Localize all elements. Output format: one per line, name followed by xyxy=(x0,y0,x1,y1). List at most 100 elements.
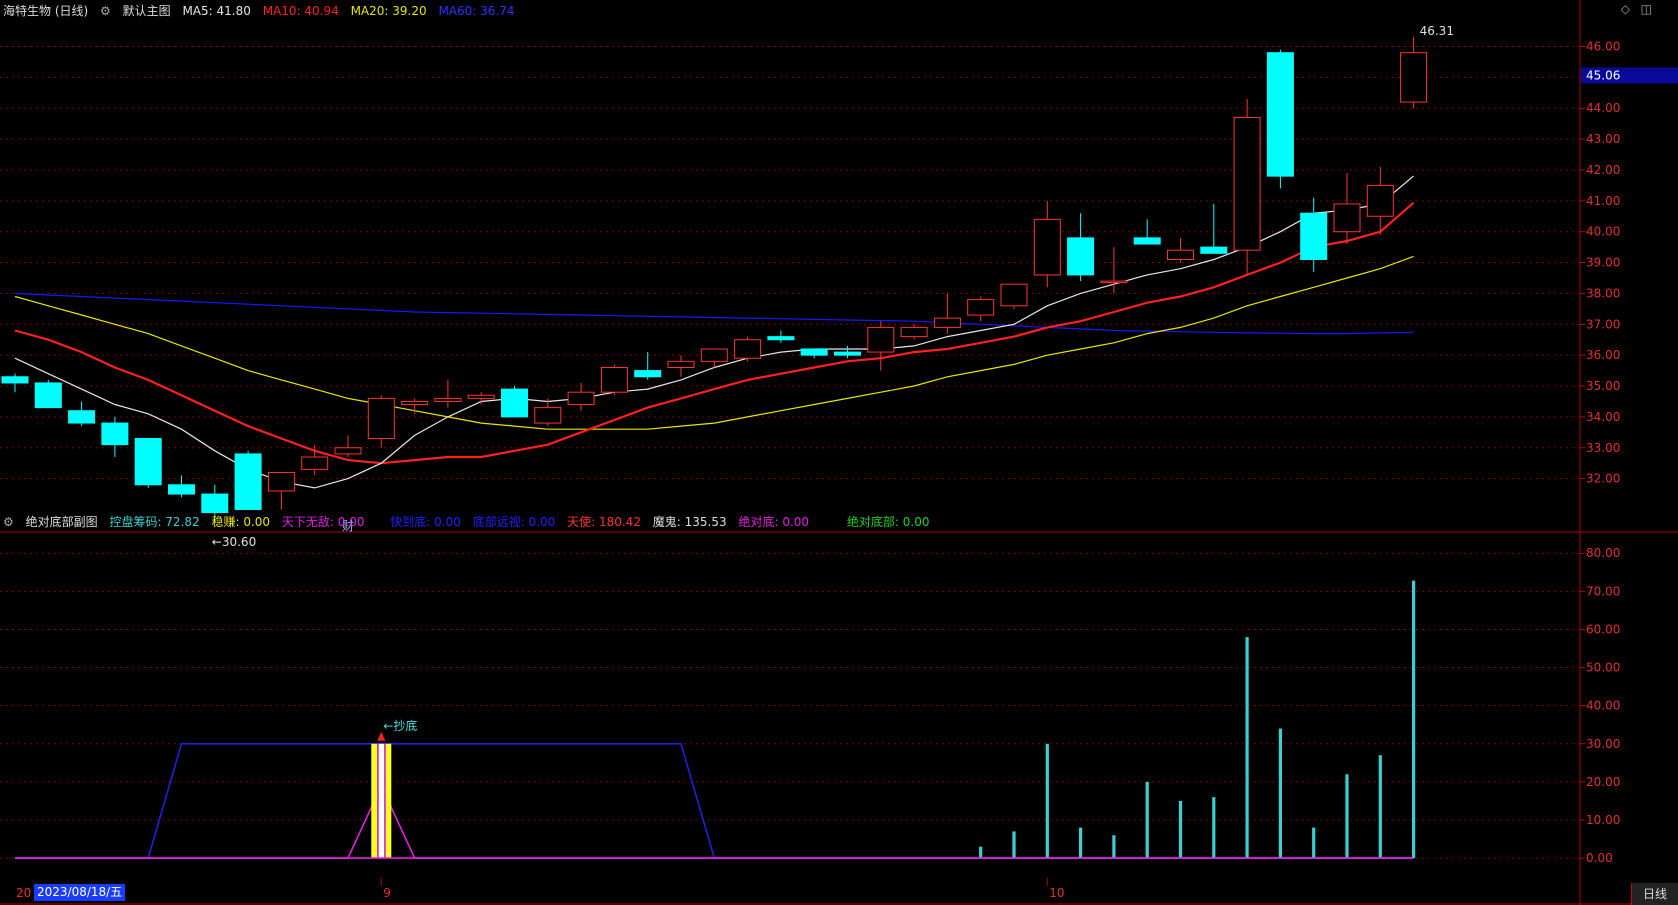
kongpan-bar xyxy=(1312,827,1316,859)
ma20-value: MA20: 39.20 xyxy=(350,4,427,18)
sub-y-tick-label: 60.00 xyxy=(1586,622,1620,636)
sub-y-tick-label: 70.00 xyxy=(1586,584,1620,598)
low-marker: ←30.60 xyxy=(212,535,256,549)
jueduidi-line xyxy=(15,783,1414,859)
kongpan-bar xyxy=(1045,743,1049,859)
sub-y-tick-label: 20.00 xyxy=(1586,775,1620,789)
ind-kuaidaodi: 快到底: 0.00 xyxy=(390,515,461,529)
stock-name[interactable]: 海特生物 (日线) xyxy=(3,4,88,18)
candle-down xyxy=(101,422,129,446)
sub-chart-header: ⚙ 绝对底部副图 控盘筹码: 72.82 稳赚: 0.00 天下无敌: 0.00… xyxy=(0,512,937,532)
candle-down xyxy=(800,348,828,356)
x-label-year-stub: 20 xyxy=(16,886,31,900)
candle-down xyxy=(134,437,162,486)
candle-up xyxy=(1100,280,1128,284)
candle-up xyxy=(600,367,628,393)
ind-dibu-yuanshi: 底部远视: 0.00 xyxy=(472,515,556,529)
candle-up xyxy=(667,360,695,369)
main-y-tick-label: 39.00 xyxy=(1586,256,1620,270)
main-y-tick-label: 38.00 xyxy=(1586,286,1620,300)
main-chart-header: 海特生物 (日线) ⚙ 默认主图 MA5: 41.80 MA10: 40.94 … xyxy=(0,1,523,21)
sub-y-tick-label: 80.00 xyxy=(1586,546,1620,560)
ind-wenzhuan: 稳赚: 0.00 xyxy=(211,515,271,529)
jueduidibu-bar xyxy=(371,743,378,859)
kongpan-bar xyxy=(1278,728,1282,859)
candle-down xyxy=(68,410,96,424)
ind-tianshi: 天使: 180.42 xyxy=(567,515,641,529)
candle-down xyxy=(1133,237,1161,245)
ind-mogui: 魔鬼: 135.53 xyxy=(652,515,727,529)
jueduidibu-bar-mark xyxy=(377,743,379,859)
x-label-oct: 10 xyxy=(1049,886,1064,900)
candle-up xyxy=(367,397,395,439)
candle-up xyxy=(700,348,728,362)
main-y-tick-label: 34.00 xyxy=(1586,410,1620,424)
kongpan-bar xyxy=(1245,637,1249,859)
kongpan-bar xyxy=(1212,797,1216,859)
template-name[interactable]: 默认主图 xyxy=(123,4,171,18)
candle-down xyxy=(1,376,29,384)
main-y-tick-label: 37.00 xyxy=(1586,317,1620,331)
candle-down xyxy=(1300,212,1328,260)
main-y-tick-label: 41.00 xyxy=(1586,194,1620,208)
settings-icon[interactable]: ⚙ xyxy=(100,4,111,18)
kongpan-bar xyxy=(1079,827,1083,859)
sub-settings-icon[interactable]: ⚙ xyxy=(3,515,14,529)
candle-up xyxy=(1400,52,1428,103)
candle-up xyxy=(1366,184,1394,217)
sub-chart-title[interactable]: 绝对底部副图 xyxy=(26,515,98,529)
ma60-value: MA60: 36.74 xyxy=(438,4,515,18)
chaodi-label: ←抄底 xyxy=(383,718,417,733)
main-y-tick-label: 32.00 xyxy=(1586,472,1620,486)
candle-up xyxy=(900,326,928,338)
tianxia-line xyxy=(15,742,1414,859)
candle-down xyxy=(634,370,662,378)
sub-y-tick-label: 10.00 xyxy=(1586,813,1620,827)
main-y-tick-label: 44.00 xyxy=(1586,101,1620,115)
ind-kongpan: 控盘筹码: 72.82 xyxy=(109,515,200,529)
sub-y-tick-label: 50.00 xyxy=(1586,661,1620,675)
sub-y-tick-label: 30.00 xyxy=(1586,737,1620,751)
sub-y-tick-label: 40.00 xyxy=(1586,699,1620,713)
candle-down xyxy=(1200,246,1228,254)
ma5-value: MA5: 41.80 xyxy=(182,4,251,18)
ind-jueduidi: 绝对底: 0.00 xyxy=(738,515,810,529)
candle-up xyxy=(567,391,595,406)
period-tab[interactable]: 日线 xyxy=(1631,883,1678,905)
candle-down xyxy=(767,336,795,341)
candle-down xyxy=(201,493,229,514)
candle-up xyxy=(401,400,429,406)
kongpan-bar xyxy=(1412,580,1416,859)
kongpan-bar xyxy=(1378,755,1382,859)
candle-up xyxy=(534,407,562,424)
candle-down xyxy=(34,382,62,409)
candle-up xyxy=(1333,203,1361,233)
jueduidibu-bar xyxy=(378,743,385,859)
candle-up xyxy=(867,326,895,353)
chart-canvas[interactable]: 32.00 33.00 34.00 35.00 36.00 37.00 38.00 39.00… xyxy=(0,0,1678,905)
main-y-tick-label: 36.00 xyxy=(1586,348,1620,362)
collapse-icon[interactable]: ◫ xyxy=(1641,2,1652,16)
ma20-line xyxy=(14,255,1414,430)
ind-jueduidibu: 绝对底部: 0.00 xyxy=(846,515,930,529)
candle-up xyxy=(1233,117,1261,251)
ma10-line xyxy=(14,201,1415,465)
kongpan-bar xyxy=(1145,781,1149,859)
kongpan-bar xyxy=(1178,800,1183,859)
candle-up xyxy=(434,397,462,402)
candle-up xyxy=(1033,218,1061,276)
candle-down xyxy=(1266,52,1294,177)
diamond-icon[interactable]: ◇ xyxy=(1621,2,1630,16)
candle-up xyxy=(467,394,495,399)
chaodi-arrow xyxy=(377,731,386,741)
candle-down xyxy=(168,484,195,495)
ma10-value: MA10: 40.94 xyxy=(262,4,339,18)
sub-y-tick-label: 0.00 xyxy=(1586,851,1613,865)
main-y-tick-label: 33.00 xyxy=(1586,441,1620,455)
kongpan-bar xyxy=(1345,774,1349,859)
candle-up xyxy=(267,471,295,492)
current-price-label: 45.06 xyxy=(1586,69,1620,83)
kongpan-bar xyxy=(1112,835,1116,859)
candle-down xyxy=(501,388,528,418)
kongpan-bar xyxy=(979,846,983,859)
